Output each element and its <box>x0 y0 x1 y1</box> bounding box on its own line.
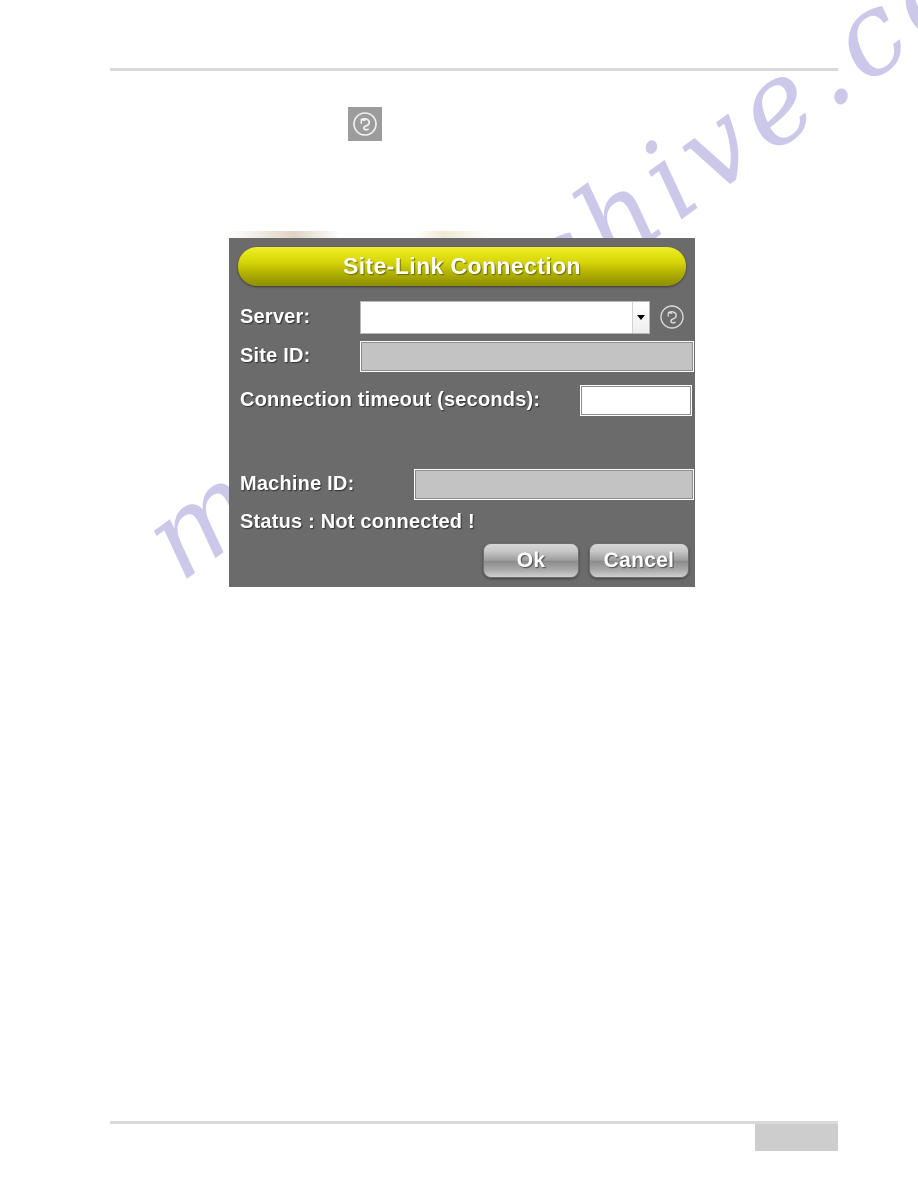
connection-timeout-input[interactable] <box>580 384 692 416</box>
site-id-input <box>360 340 694 372</box>
page-number-block <box>755 1124 838 1151</box>
dialog-titlebar: Site-Link Connection <box>238 247 686 286</box>
page-footer-rule <box>110 1121 838 1124</box>
connection-timeout-row: Connection timeout (seconds): <box>235 382 695 418</box>
status-row: Status : Not connected ! <box>235 508 695 536</box>
site-link-connection-dialog: Site-Link Connection Server: Site ID: Co… <box>229 238 695 587</box>
status-badge: Status : Not connected ! <box>240 510 475 533</box>
server-input[interactable] <box>361 302 632 333</box>
machine-id-label: Machine ID: <box>240 472 355 495</box>
page-header-rule <box>110 68 838 71</box>
caret-glyph <box>637 314 645 320</box>
server-label: Server: <box>240 305 311 328</box>
server-combobox[interactable] <box>360 300 650 334</box>
site-link-icon <box>348 107 382 141</box>
site-id-row: Site ID: <box>235 338 695 374</box>
dialog-button-bar: Ok Cancel <box>235 543 689 578</box>
site-id-label: Site ID: <box>240 344 311 367</box>
server-row: Server: <box>235 298 695 336</box>
chevron-down-icon[interactable] <box>632 301 649 333</box>
machine-id-input <box>414 468 694 500</box>
ok-button[interactable]: Ok <box>483 543 579 578</box>
machine-id-row: Machine ID: <box>235 466 695 502</box>
cancel-button[interactable]: Cancel <box>589 543 689 578</box>
dialog-title: Site-Link Connection <box>343 253 581 279</box>
connection-timeout-label: Connection timeout (seconds): <box>240 388 541 411</box>
server-browse-icon[interactable] <box>658 303 686 331</box>
